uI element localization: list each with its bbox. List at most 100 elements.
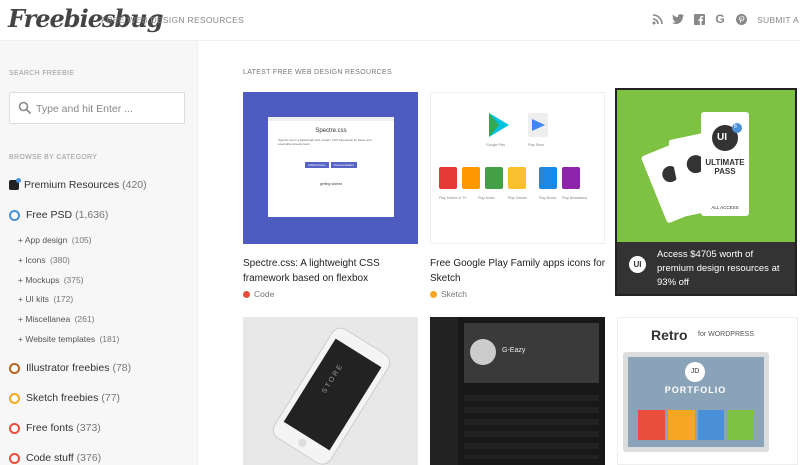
promo-text[interactable]: Access $4705 worth of premium design res… xyxy=(657,248,792,290)
category-count: (1,636) xyxy=(75,209,109,221)
card-thumbnail[interactable]: Google Play Play Store Play Movies & TV … xyxy=(430,92,605,244)
subcategory-app-design[interactable]: + App design (105) xyxy=(18,235,92,245)
twitter-icon[interactable] xyxy=(672,12,684,26)
laptop-screen: JD PORTFOLIO xyxy=(623,352,769,452)
category-dot-icon xyxy=(9,392,20,404)
thumb-label: Play Store xyxy=(528,143,545,147)
portfolio-title: PORTFOLIO xyxy=(664,385,727,395)
browser-bar xyxy=(268,117,394,121)
submit-freebie-link[interactable]: SUBMIT A FR xyxy=(757,15,800,25)
premium-badge-icon xyxy=(9,178,21,190)
pass-title: ULTIMATE PASS xyxy=(705,158,745,176)
google-icon[interactable]: G xyxy=(714,12,726,26)
subcategory-label: + UI kits xyxy=(18,294,49,304)
top-bar: Freebiesbug FREE WEB DESIGN RESOURCES G … xyxy=(0,0,800,41)
thumb-body: Spectre.css is a lightweight and modern … xyxy=(278,138,372,146)
player-sidebar xyxy=(430,317,458,465)
thumb-label: Play Movies & TV xyxy=(439,196,467,200)
track-list xyxy=(464,389,599,459)
card-title[interactable]: Spectre.css: A lightweight CSS framework… xyxy=(243,256,423,286)
pass-access: ALL ACCESS xyxy=(711,205,739,210)
browser-window: Spectre.css Spectre.css is a lightweight… xyxy=(268,117,394,217)
subcategory-count: (181) xyxy=(99,334,120,344)
thumb-label: Google Play xyxy=(486,143,506,147)
subcategory-label: + Miscellanea xyxy=(18,314,71,324)
subcategory-ui-kits[interactable]: + UI kits (172) xyxy=(18,294,73,304)
promo-image: UI 8 ULTIMATE PASS ALL ACCESS xyxy=(617,90,795,242)
pinterest-icon[interactable] xyxy=(735,12,747,26)
card-thumbnail[interactable]: Spectre.css Spectre.css is a lightweight… xyxy=(243,92,418,244)
artist-avatar xyxy=(470,339,496,365)
search-box[interactable] xyxy=(9,92,185,124)
subcategory-label: + Mockups xyxy=(18,275,60,285)
ui-badge-icon: UI xyxy=(629,256,646,273)
category-illustrator-freebies[interactable]: Illustrator freebies (78) xyxy=(9,362,131,374)
promo-card[interactable]: UI 8 ULTIMATE PASS ALL ACCESS UI Access … xyxy=(615,88,797,296)
subcategory-count: (261) xyxy=(74,314,95,324)
category-count: (78) xyxy=(112,362,132,374)
category-premium-resources[interactable]: Premium Resources (420) xyxy=(9,178,147,191)
site-tagline: FREE WEB DESIGN RESOURCES xyxy=(101,15,245,25)
tag-dot-icon xyxy=(243,290,250,298)
card-thumbnail[interactable]: STORE xyxy=(243,317,418,465)
search-icon xyxy=(18,101,32,115)
thumb-label: Play Newsstand xyxy=(562,196,588,200)
subcategory-miscellanea[interactable]: + Miscellanea (261) xyxy=(18,314,94,324)
facebook-icon[interactable] xyxy=(693,12,705,26)
subcategory-count: (375) xyxy=(63,275,84,285)
category-label: Premium Resources xyxy=(24,179,120,191)
search-input[interactable] xyxy=(34,99,180,119)
category-label: Illustrator freebies xyxy=(26,362,110,374)
portfolio-logo: JD xyxy=(685,362,705,382)
category-sketch-freebies[interactable]: Sketch freebies (77) xyxy=(9,392,120,404)
category-dot-icon xyxy=(9,209,20,221)
rss-icon[interactable] xyxy=(651,12,663,26)
category-label: Sketch freebies xyxy=(26,392,99,404)
thumb-button: Documentation xyxy=(330,162,357,168)
search-label: SEARCH FREEBIE xyxy=(9,70,75,77)
category-code-stuff[interactable]: Code stuff (376) xyxy=(9,452,101,464)
category-dot-icon xyxy=(9,422,20,434)
category-count: (77) xyxy=(101,392,121,404)
phone-mockup-art xyxy=(272,327,391,465)
retro-suffix: for WORDPRESS xyxy=(698,331,755,338)
card-title[interactable]: Free Google Play Family apps icons for S… xyxy=(430,256,610,286)
subcategory-icons[interactable]: + Icons (380) xyxy=(18,255,70,265)
artist-name: G-Eazy xyxy=(502,347,526,354)
browse-label: BROWSE BY CATEGORY xyxy=(9,154,98,161)
card-thumbnail[interactable]: Retro for WORDPRESS JD PORTFOLIO xyxy=(617,317,798,465)
subcategory-count: (172) xyxy=(53,294,74,304)
subcategory-label: + App design xyxy=(18,235,68,245)
category-dot-icon xyxy=(9,452,20,464)
category-dot-icon xyxy=(9,362,20,374)
category-free-fonts[interactable]: Free fonts (373) xyxy=(9,422,101,434)
card-tag[interactable]: Sketch xyxy=(430,289,467,299)
subcategory-website-templates[interactable]: + Website templates (181) xyxy=(18,334,119,344)
thumb-footer: getting started xyxy=(319,182,343,186)
category-count: (376) xyxy=(76,452,102,464)
tag-label: Sketch xyxy=(441,289,467,299)
category-count: (373) xyxy=(76,422,101,434)
category-label: Code stuff xyxy=(26,452,74,464)
category-label: Free PSD xyxy=(26,209,73,221)
subcategory-label: + Icons xyxy=(18,255,46,265)
category-label: Free fonts xyxy=(26,422,74,434)
thumb-label: Play Music xyxy=(478,196,495,200)
retro-heading: Retro xyxy=(651,327,688,343)
thumb-button: GitHub Repo xyxy=(305,162,329,168)
card-tag[interactable]: Code xyxy=(243,289,274,299)
pass-ui-text: UI xyxy=(717,132,727,143)
subcategory-count: (105) xyxy=(71,235,92,245)
tag-dot-icon xyxy=(430,290,437,298)
thumb-label: Play Games xyxy=(508,196,528,200)
subcategory-label: + Website templates xyxy=(18,334,96,344)
section-title: LATEST FREE WEB DESIGN RESOURCES xyxy=(243,69,392,76)
thumb-heading: Spectre.css xyxy=(315,128,347,134)
category-count: (420) xyxy=(122,179,147,191)
thumb-label: Play Books xyxy=(539,196,557,200)
category-free-psd[interactable]: Free PSD (1,636) xyxy=(9,209,108,221)
subcategory-count: (380) xyxy=(50,255,70,265)
google-play-icons-art xyxy=(439,113,580,189)
card-thumbnail[interactable]: G-Eazy xyxy=(430,317,605,465)
subcategory-mockups[interactable]: + Mockups (375) xyxy=(18,275,84,285)
